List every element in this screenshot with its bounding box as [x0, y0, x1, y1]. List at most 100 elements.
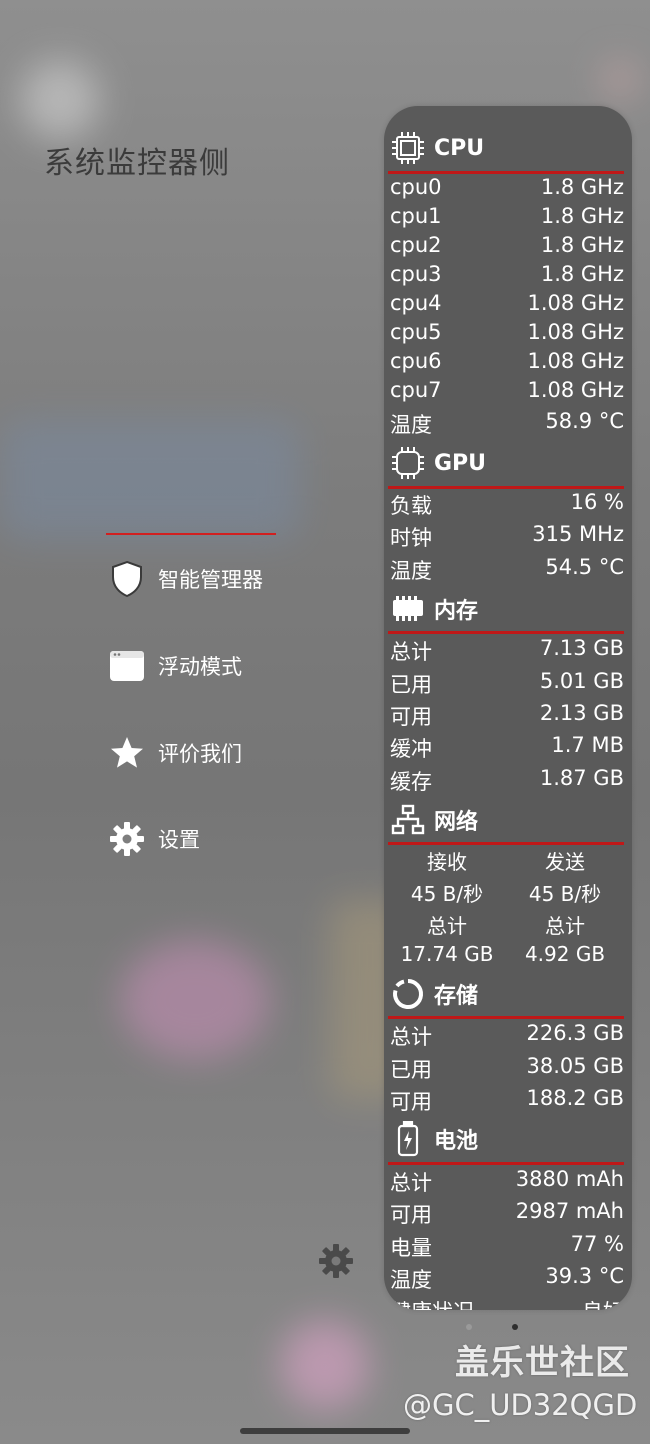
blurred-background-shape [20, 60, 100, 140]
menu-item-settings[interactable]: 设置 [108, 820, 200, 858]
settings-gear-icon[interactable] [318, 1243, 354, 1279]
home-indicator-bar[interactable] [240, 1428, 410, 1434]
stat-label: 负载 [390, 494, 432, 518]
stat-value: 16 % [570, 490, 624, 514]
menu-item-floating-mode[interactable]: 浮动模式 [108, 647, 242, 685]
section-title: CPU [434, 135, 485, 161]
network-total-label-row: 总计 总计 [388, 910, 622, 938]
section-divider [388, 842, 624, 845]
stat-label: cpu5 [390, 320, 442, 344]
system-monitor-panel[interactable]: CPU cpu0 1.8 GHz cpu1 1.8 GHz cpu2 1.8 GHz … [384, 106, 632, 1310]
stat-row: cpu3 1.8 GHz [390, 262, 624, 290]
send-label: 发送 [545, 850, 585, 874]
send-total: 4.92 GB [524, 942, 606, 966]
page-dot-active [512, 1324, 518, 1330]
stat-row: 总计 3880 mAh [390, 1167, 624, 1195]
stat-row: 温度 58.9 °C [390, 409, 624, 437]
section-title: GPU [434, 450, 487, 476]
section-divider [388, 486, 624, 489]
window-icon [108, 647, 146, 685]
stat-label: cpu6 [390, 349, 442, 373]
star-icon [108, 734, 146, 772]
stat-row: cpu7 1.08 GHz [390, 378, 624, 406]
stat-row: 缓存 1.87 GB [390, 766, 624, 794]
stat-label: cpu0 [390, 175, 442, 199]
send-rate: 45 B/秒 [528, 882, 602, 906]
stat-value: 58.9 °C [545, 409, 624, 433]
gpu-chip-icon [390, 446, 426, 480]
gear-icon [108, 820, 146, 858]
battery-charging-icon [390, 1121, 426, 1157]
stat-row: 健康状况 良好 [390, 1296, 624, 1310]
stat-label: 电量 [390, 1236, 432, 1260]
stat-label: 温度 [390, 413, 432, 437]
storage-section-header: 存储 [390, 977, 478, 1011]
stat-label: cpu7 [390, 378, 442, 402]
section-title: 电池 [434, 1129, 479, 1154]
stat-row: 可用 2.13 GB [390, 701, 624, 729]
stat-label: cpu1 [390, 204, 442, 228]
network-rate-row: 45 B/秒 45 B/秒 [388, 878, 622, 906]
stat-value: 3880 mAh [515, 1167, 624, 1191]
menu-item-rate-us[interactable]: 评价我们 [108, 734, 242, 772]
menu-item-label: 浮动模式 [158, 655, 242, 679]
cpu-chip-icon [390, 131, 426, 165]
receive-total: 17.74 GB [400, 942, 494, 966]
shield-icon [108, 560, 146, 598]
stat-row: 总计 226.3 GB [390, 1021, 624, 1049]
stat-value: 2987 mAh [515, 1199, 624, 1223]
stat-row: 总计 7.13 GB [390, 636, 624, 664]
stat-row: cpu5 1.08 GHz [390, 320, 624, 348]
blurred-background-shape [600, 60, 640, 100]
stat-row: cpu0 1.8 GHz [390, 175, 624, 203]
gpu-section-header: GPU [390, 446, 486, 480]
stat-value: 38.05 GB [526, 1054, 624, 1078]
section-divider [388, 171, 624, 174]
section-divider [388, 1016, 624, 1019]
stat-row: 已用 5.01 GB [390, 669, 624, 697]
storage-pie-icon [390, 977, 426, 1011]
stat-row: cpu1 1.8 GHz [390, 204, 624, 232]
stat-row: cpu2 1.8 GHz [390, 233, 624, 261]
stat-value: 良好 [582, 1296, 624, 1310]
stat-label: 缓存 [390, 770, 432, 794]
stat-label: 缓冲 [390, 737, 432, 761]
network-section-header: 网络 [390, 803, 478, 837]
stat-value: 1.8 GHz [540, 262, 624, 286]
stat-label: 温度 [390, 559, 432, 583]
memory-chip-icon [390, 592, 426, 626]
section-title: 内存 [434, 599, 479, 624]
stat-label: 可用 [390, 1090, 432, 1114]
stat-value: 1.08 GHz [527, 349, 624, 373]
stat-label: 可用 [390, 1203, 432, 1227]
menu-item-smart-manager[interactable]: 智能管理器 [108, 560, 263, 598]
watermark-community: 盖乐世社区 [455, 1343, 630, 1383]
stat-label: 已用 [390, 673, 432, 697]
stat-value: 77 % [570, 1232, 624, 1256]
stat-row: 时钟 315 MHz [390, 522, 624, 550]
network-icon [390, 803, 426, 837]
send-total-label: 总计 [545, 914, 585, 938]
stat-value: 39.3 °C [545, 1264, 624, 1288]
stat-label: cpu3 [390, 262, 442, 286]
stat-row: 电量 77 % [390, 1232, 624, 1260]
stat-row: 负载 16 % [390, 490, 624, 518]
stat-value: 1.8 GHz [540, 204, 624, 228]
stat-label: 总计 [390, 640, 432, 664]
stat-value: 1.08 GHz [527, 378, 624, 402]
stat-label: 温度 [390, 1268, 432, 1292]
cpu-section-header: CPU [390, 131, 484, 165]
receive-total-label: 总计 [427, 914, 467, 938]
stat-value: 5.01 GB [539, 669, 624, 693]
stat-row: 温度 54.5 °C [390, 555, 624, 583]
stat-label: cpu4 [390, 291, 442, 315]
stat-value: 226.3 GB [526, 1021, 624, 1045]
network-header-row: 接收 发送 [388, 846, 622, 874]
stat-label: cpu2 [390, 233, 442, 257]
stat-label: 健康状况 [390, 1296, 474, 1310]
watermark-user: @GC_UD32QGD [403, 1388, 638, 1422]
menu-item-label: 设置 [158, 828, 200, 852]
section-title: 存储 [434, 984, 479, 1009]
receive-rate: 45 B/秒 [410, 882, 484, 906]
blurred-background-shape [0, 420, 300, 540]
